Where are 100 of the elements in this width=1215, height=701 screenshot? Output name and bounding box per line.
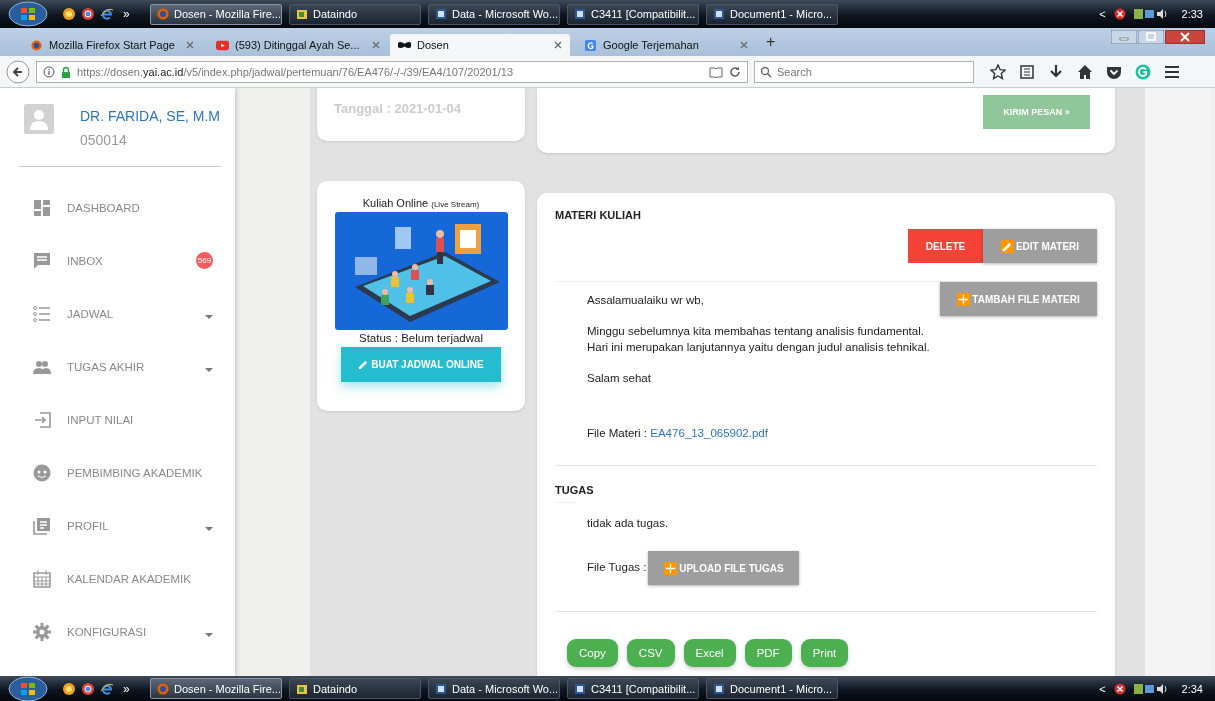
taskbar-button[interactable]: Dataindo xyxy=(289,3,421,25)
caret-icon xyxy=(205,367,213,372)
lock-icon xyxy=(61,65,71,78)
reader-view-icon[interactable] xyxy=(709,65,723,78)
browser-icon[interactable] xyxy=(100,681,114,696)
delete-button[interactable]: DELETE xyxy=(908,229,983,263)
section-heading: MATERI KULIAH xyxy=(555,209,642,221)
home-icon[interactable] xyxy=(1077,63,1093,80)
file-link[interactable]: EA476_13_065902.pdf xyxy=(650,427,768,439)
message-paragraph: Salam sehat xyxy=(587,371,652,386)
error-icon[interactable] xyxy=(1113,682,1126,695)
caret-icon xyxy=(205,632,213,637)
reload-icon[interactable] xyxy=(729,65,741,78)
list-icon xyxy=(32,303,52,324)
browser-icon[interactable] xyxy=(100,7,114,21)
browser-icon xyxy=(157,682,169,695)
taskbar-button[interactable]: Data - Microsoft Wo... xyxy=(428,678,560,699)
clock[interactable]: 2:33 xyxy=(1181,8,1203,20)
document-icon xyxy=(435,682,447,695)
close-button[interactable] xyxy=(1165,30,1205,44)
sidebar-item[interactable]: INPUT NILAI xyxy=(0,393,235,446)
address-bar[interactable]: https://dosen.yai.ac.id/v5/index.php/jadwal/pertemuan/76/EA476/-/-/39/EA4/107/20201/13 xyxy=(36,60,748,83)
play-icon xyxy=(216,39,229,51)
folder-icon xyxy=(296,8,308,20)
gear-icon xyxy=(32,621,52,642)
browser-icon[interactable] xyxy=(81,7,95,21)
pencil-icon xyxy=(1000,239,1014,253)
caret-icon xyxy=(205,314,213,319)
input-icon xyxy=(32,409,52,430)
error-icon[interactable] xyxy=(1113,8,1126,20)
menu-icon[interactable] xyxy=(1164,63,1180,80)
library-icon xyxy=(32,515,52,536)
close-icon[interactable] xyxy=(371,41,380,49)
more-button[interactable]: » xyxy=(123,7,130,21)
message-paragraph: Minggu sebelumnya kita membahas tentang analisis fundamental. Hari ini merupakan lanjutannya yaitu dengan judul analisis tehnikal. xyxy=(587,324,930,355)
tray-icons-drawing[interactable] xyxy=(1133,682,1168,695)
taskbar-button[interactable]: C3411 [Compatibilit... xyxy=(567,3,699,25)
new-tab-button[interactable]: + xyxy=(766,33,776,51)
sidebar-item[interactable]: PROFIL xyxy=(0,499,235,552)
browser-icon[interactable] xyxy=(62,7,76,21)
dashboard-icon xyxy=(32,197,52,218)
browser-tab[interactable]: Mozilla Firefox Start Page xyxy=(22,34,202,56)
sidebar-item[interactable]: INBOX 569 xyxy=(0,234,235,287)
document-icon xyxy=(713,8,725,20)
start-button[interactable] xyxy=(8,1,48,27)
document-icon xyxy=(574,682,586,695)
mask-icon xyxy=(398,39,411,51)
clock[interactable]: 2:34 xyxy=(1181,682,1203,695)
tray-icons-drawing[interactable] xyxy=(1133,8,1168,20)
inbox-icon xyxy=(32,250,52,271)
translate-icon xyxy=(584,39,597,51)
library-icon[interactable] xyxy=(1019,63,1035,80)
close-icon[interactable] xyxy=(554,41,562,49)
face-icon xyxy=(32,462,52,483)
message-paragraph: Assalamualaiku wr wb, xyxy=(587,293,705,308)
file-label: File Materi : xyxy=(587,427,648,439)
taskbar-button[interactable]: Data - Microsoft Wo... xyxy=(428,3,560,25)
tray-arrow[interactable]: < xyxy=(1099,8,1106,20)
sidebar-item[interactable]: JADWAL xyxy=(0,287,235,340)
taskbar-button[interactable]: Document1 - Micro... xyxy=(706,3,838,25)
search-field[interactable]: Search xyxy=(754,60,974,83)
sidebar-item[interactable]: TUGAS AKHIR xyxy=(0,340,235,393)
count-badge: 569 xyxy=(196,252,213,269)
taskbar-button[interactable]: C3411 [Compatibilit... xyxy=(567,678,699,699)
start-button[interactable] xyxy=(8,675,48,701)
browser-tab[interactable]: Google Terjemahan xyxy=(576,34,756,56)
browser-tab[interactable]: (593) Ditinggal Ayah Se... xyxy=(208,34,384,56)
caret-icon xyxy=(205,526,213,531)
info-icon[interactable] xyxy=(43,65,55,78)
tray-arrow[interactable]: < xyxy=(1099,682,1106,695)
card-title-note: (Live Stream) xyxy=(431,200,480,209)
taskbar-button[interactable]: Dosen - Mozilla Fire... xyxy=(150,678,282,699)
sidebar-item[interactable]: KONFIGURASI xyxy=(0,605,235,658)
more-button[interactable]: » xyxy=(123,681,130,696)
bookmark-star-icon[interactable] xyxy=(990,63,1006,80)
browser-icon[interactable] xyxy=(62,681,76,696)
sidebar-item[interactable]: PEMBIMBING AKADEMIK xyxy=(0,446,235,499)
search-icon xyxy=(760,65,772,78)
sidebar-item[interactable]: KALENDAR AKADEMIK xyxy=(0,552,235,605)
back-button[interactable] xyxy=(6,59,30,84)
assignment-text: tidak ada tugas. xyxy=(587,517,670,529)
avatar-icon xyxy=(24,104,54,134)
taskbar-button[interactable]: Document1 - Micro... xyxy=(706,678,838,699)
sidebar-item[interactable]: DASHBOARD xyxy=(0,181,235,234)
browser-tab[interactable]: Dosen xyxy=(390,34,570,56)
browser-icon[interactable] xyxy=(81,681,95,696)
close-icon[interactable] xyxy=(740,41,748,49)
close-icon[interactable] xyxy=(186,41,194,49)
taskbar-button[interactable]: Dataindo xyxy=(289,678,421,699)
user-name[interactable]: DR. FARIDA, SE, M.M xyxy=(80,108,220,124)
card-title: Kuliah Online xyxy=(362,197,429,209)
download-icon[interactable] xyxy=(1048,63,1064,80)
folder-icon xyxy=(296,682,308,695)
document-icon xyxy=(574,8,586,20)
browser-icon xyxy=(30,39,43,51)
pencil-icon xyxy=(358,359,370,370)
file-label: File Tugas : xyxy=(587,561,647,573)
browser-icon xyxy=(157,8,169,20)
taskbar-button[interactable]: Dosen - Mozilla Fire... xyxy=(150,3,282,25)
document-icon xyxy=(435,8,447,20)
